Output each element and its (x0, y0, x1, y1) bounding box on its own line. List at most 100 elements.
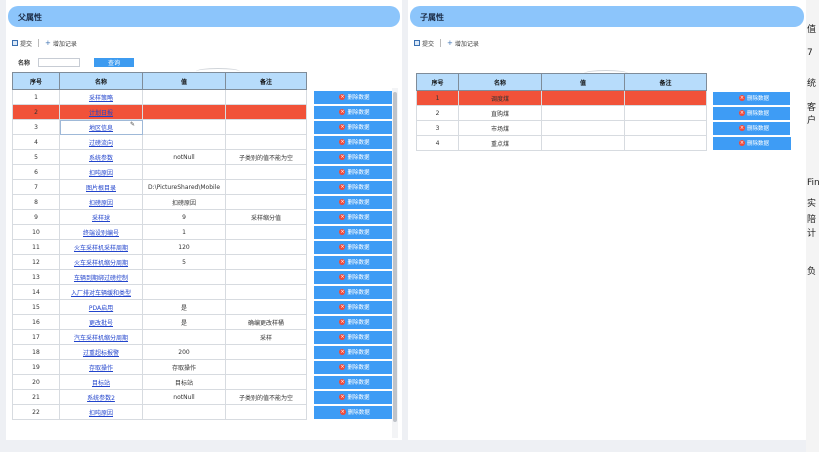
row-name[interactable]: 扣吨原因 (59, 404, 143, 420)
row-name[interactable]: 火车采样机采样周期 (59, 239, 143, 255)
row-name[interactable]: 图片根目录 (59, 179, 143, 195)
row-name-link[interactable]: 系统参数 (89, 155, 113, 162)
row-value[interactable] (142, 404, 226, 420)
column-header-name[interactable]: 名称 (458, 73, 542, 91)
row-name[interactable]: 市场煤 (458, 120, 542, 136)
row-value[interactable]: 是 (142, 314, 226, 330)
table-row[interactable]: 2 直购煤 × 删除数据 (416, 105, 791, 121)
row-name-link[interactable]: 目标站 (92, 380, 110, 387)
table-row[interactable]: 7 图片根目录 D:\PictureShared\Mobile × 删除数据 (12, 179, 397, 195)
delete-row-button[interactable]: × 删除数据 (313, 90, 396, 104)
row-name-link[interactable]: 过重超标报警 (83, 350, 119, 357)
table-row[interactable]: 10 终端设别编号 1 × 删除数据 (12, 224, 397, 240)
table-row[interactable]: 11 火车采样机采样周期 120 × 删除数据 (12, 239, 397, 255)
row-value[interactable] (541, 135, 625, 151)
row-name[interactable]: 终端设别编号 (59, 224, 143, 240)
row-note[interactable] (225, 134, 307, 150)
row-name[interactable]: 过重超标报警 (59, 344, 143, 360)
row-name-link[interactable]: 采样策略 (89, 95, 113, 102)
row-note[interactable] (225, 164, 307, 180)
delete-row-button[interactable]: × 删除数据 (313, 375, 396, 389)
row-name[interactable]: 车辆到期绑过磅控制 (59, 269, 143, 285)
row-name-link[interactable]: 过磅流向 (89, 140, 113, 147)
row-value[interactable] (142, 164, 226, 180)
table-row[interactable]: 18 过重超标报警 200 × 删除数据 (12, 344, 397, 360)
row-value[interactable] (142, 104, 226, 120)
table-row[interactable]: 22 扣吨原因 × 删除数据 (12, 404, 397, 420)
row-name-link[interactable]: 采样球 (92, 215, 110, 222)
delete-row-button[interactable]: × 删除数据 (313, 240, 396, 254)
row-value[interactable]: 120 (142, 239, 226, 255)
row-note[interactable]: 子类别的值不能为空 (225, 149, 307, 165)
table-row[interactable]: 4 过磅流向 × 删除数据 (12, 134, 397, 150)
delete-row-button[interactable]: × 删除数据 (313, 165, 396, 179)
delete-row-button[interactable]: × 删除数据 (313, 255, 396, 269)
table-row[interactable]: 20 目标站 目标站 × 删除数据 (12, 374, 397, 390)
delete-row-button[interactable]: × 删除数据 (713, 106, 791, 120)
row-name-link[interactable]: 终端设别编号 (83, 230, 119, 237)
row-value[interactable]: 存取操作 (142, 359, 226, 375)
child-add-record-button[interactable]: + 增加记录 (447, 39, 479, 48)
row-name-link[interactable]: 火车采样机采样周期 (74, 245, 128, 252)
row-name[interactable]: 重点煤 (458, 135, 542, 151)
row-value[interactable]: 扣磅原因 (142, 194, 226, 210)
delete-row-button[interactable]: × 删除数据 (313, 330, 396, 344)
row-name[interactable]: 系统参数2 (59, 389, 143, 405)
row-name-link[interactable]: 扣吨原因 (89, 410, 113, 417)
row-note[interactable]: 确编更改样桶 (225, 314, 307, 330)
row-note[interactable] (225, 254, 307, 270)
row-value[interactable] (142, 284, 226, 300)
delete-row-button[interactable]: × 删除数据 (313, 345, 396, 359)
table-row[interactable]: 2 计划日报 × 删除数据 (12, 104, 397, 120)
row-name-link[interactable]: PDA启用 (89, 305, 113, 312)
row-value[interactable]: 9 (142, 209, 226, 225)
row-note[interactable] (624, 105, 707, 121)
table-row[interactable]: 14 入厂排对车辆缓和类型 × 删除数据 (12, 284, 397, 300)
row-value[interactable] (541, 120, 625, 136)
row-name-link[interactable]: 计划日报 (89, 110, 113, 117)
row-value[interactable] (142, 134, 226, 150)
table-row[interactable]: 13 车辆到期绑过磅控制 × 删除数据 (12, 269, 397, 285)
table-row[interactable]: 8 扣磅原因 扣磅原因 × 删除数据 (12, 194, 397, 210)
table-row[interactable]: 3 地区信息 × 删除数据 (12, 119, 397, 135)
row-name[interactable]: 目标站 (59, 374, 143, 390)
table-row[interactable]: 17 汽车采样机缩分周期 采样 × 删除数据 (12, 329, 397, 345)
row-name[interactable]: 过磅流向 (59, 134, 143, 150)
row-name[interactable]: 更改批号 (59, 314, 143, 330)
row-note[interactable] (225, 119, 307, 135)
row-value[interactable]: 是 (142, 299, 226, 315)
row-note[interactable] (225, 179, 307, 195)
table-row[interactable]: 4 重点煤 × 删除数据 (416, 135, 791, 151)
row-name-link[interactable]: 车辆到期绑过磅控制 (74, 275, 128, 282)
row-note[interactable]: 子类别的值不能为空 (225, 389, 307, 405)
row-value[interactable] (142, 329, 226, 345)
table-row[interactable]: 19 存取操作 存取操作 × 删除数据 (12, 359, 397, 375)
row-name-link[interactable]: 系统参数2 (87, 395, 115, 402)
delete-row-button[interactable]: × 删除数据 (713, 121, 791, 135)
row-name[interactable]: 系统参数 (59, 149, 143, 165)
row-note[interactable] (225, 269, 307, 285)
row-name[interactable]: 入厂排对车辆缓和类型 (59, 284, 143, 300)
row-note[interactable] (225, 104, 307, 120)
delete-row-button[interactable]: × 删除数据 (313, 195, 396, 209)
delete-row-button[interactable]: × 删除数据 (313, 285, 396, 299)
column-header-value[interactable]: 值 (541, 73, 625, 91)
row-name[interactable]: 扣吨原因 (59, 164, 143, 180)
row-note[interactable] (624, 135, 707, 151)
row-name-link[interactable]: 火车采样机缩分周期 (74, 260, 128, 267)
column-header-note[interactable]: 备注 (624, 73, 707, 91)
table-row[interactable]: 12 火车采样机缩分周期 5 × 删除数据 (12, 254, 397, 270)
row-name[interactable]: 直购煤 (458, 105, 542, 121)
row-value[interactable] (541, 90, 625, 106)
row-note[interactable] (225, 284, 307, 300)
row-name-link[interactable]: 地区信息 (89, 125, 113, 132)
delete-row-button[interactable]: × 删除数据 (313, 150, 396, 164)
delete-row-button[interactable]: × 删除数据 (313, 180, 396, 194)
row-name[interactable]: 扣磅原因 (59, 194, 143, 210)
row-value[interactable]: 1 (142, 224, 226, 240)
table-row[interactable]: 5 系统参数 notNull 子类别的值不能为空 × 删除数据 (12, 149, 397, 165)
table-row[interactable]: 9 采样球 9 采样缩分值 × 删除数据 (12, 209, 397, 225)
delete-row-button[interactable]: × 删除数据 (313, 405, 396, 419)
table-row[interactable]: 6 扣吨原因 × 删除数据 (12, 164, 397, 180)
parent-add-record-button[interactable]: + 增加记录 (45, 39, 77, 48)
